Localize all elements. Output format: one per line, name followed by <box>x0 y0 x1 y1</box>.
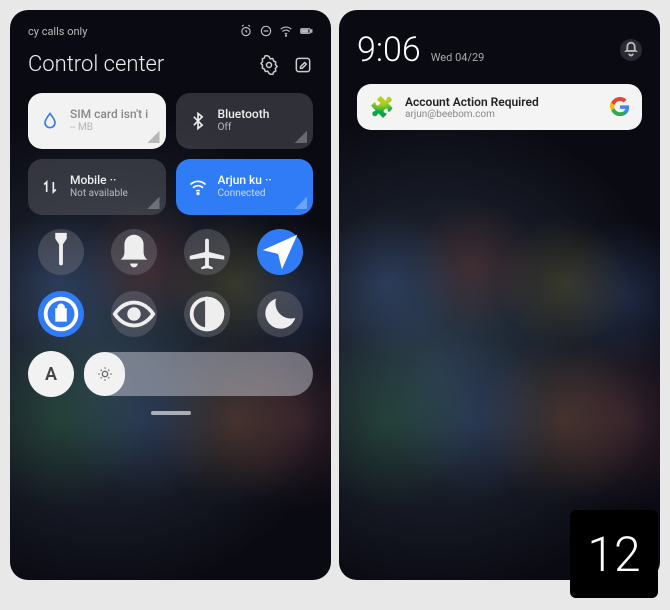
bluetooth-icon <box>188 111 208 131</box>
control-center-screen: cy calls only Control center SIM card is… <box>10 10 331 580</box>
location-toggle[interactable] <box>257 229 303 275</box>
page-title: Control center <box>28 52 164 77</box>
mobile-data-icon <box>40 177 60 197</box>
airplane-toggle[interactable] <box>184 229 230 275</box>
dark-mode-toggle[interactable] <box>184 291 230 337</box>
auto-brightness-toggle[interactable]: A <box>28 351 74 397</box>
wifi-tile-title: Arjun ku ·· <box>218 174 272 188</box>
brightness-icon <box>97 366 113 382</box>
wifi-tile[interactable]: Arjun ku ·· Connected ◢ <box>176 159 314 215</box>
drag-handle-icon[interactable] <box>151 411 191 415</box>
bluetooth-tile[interactable]: Bluetooth Off ◢ <box>176 93 314 149</box>
rotation-lock-toggle[interactable] <box>38 291 84 337</box>
battery-icon <box>299 24 313 38</box>
expand-corner-icon: ◢ <box>295 192 307 211</box>
mobile-data-title: Mobile ·· <box>70 174 128 188</box>
sim-tile-title: SIM card isn't i <box>70 108 148 122</box>
bluetooth-tile-title: Bluetooth <box>218 108 270 122</box>
mobile-data-sub: Not available <box>70 188 128 200</box>
version-badge: 12 <box>570 510 658 598</box>
clock-date: Wed 04/29 <box>431 51 485 64</box>
sim-tile-sub: -- MB <box>70 122 148 134</box>
brightness-slider[interactable] <box>84 352 313 396</box>
notification-title: Account Action Required <box>405 95 600 109</box>
notification-card[interactable]: 🧩 Account Action Required arjun@beebom.c… <box>357 84 642 130</box>
notification-center-icon[interactable] <box>620 39 642 61</box>
mobile-data-tile[interactable]: Mobile ·· Not available ◢ <box>28 159 166 215</box>
dnd-icon <box>259 24 273 38</box>
clock-time: 9:06 <box>357 30 421 70</box>
carrier-label: cy calls only <box>28 25 87 38</box>
sim-tile[interactable]: SIM card isn't i -- MB ◢ <box>28 93 166 149</box>
drop-icon <box>40 111 60 131</box>
edit-icon[interactable] <box>293 55 313 75</box>
auto-label: A <box>45 364 57 385</box>
expand-corner-icon: ◢ <box>147 126 159 145</box>
sound-toggle[interactable] <box>111 229 157 275</box>
visibility-toggle[interactable] <box>111 291 157 337</box>
notification-subtitle: arjun@beebom.com <box>405 109 600 120</box>
alarm-icon <box>239 24 253 38</box>
flashlight-toggle[interactable] <box>38 229 84 275</box>
google-icon <box>610 97 630 117</box>
puzzle-icon: 🧩 <box>369 94 395 120</box>
notification-screen: 9:06 Wed 04/29 🧩 Account Action Required… <box>339 10 660 580</box>
expand-corner-icon: ◢ <box>147 192 159 211</box>
night-mode-toggle[interactable] <box>257 291 303 337</box>
wifi-tile-sub: Connected <box>218 188 272 200</box>
bluetooth-tile-sub: Off <box>218 122 270 134</box>
wifi-icon <box>279 24 293 38</box>
settings-icon[interactable] <box>259 55 279 75</box>
expand-corner-icon: ◢ <box>295 126 307 145</box>
wifi-icon <box>188 177 208 197</box>
status-bar: cy calls only <box>28 24 313 38</box>
